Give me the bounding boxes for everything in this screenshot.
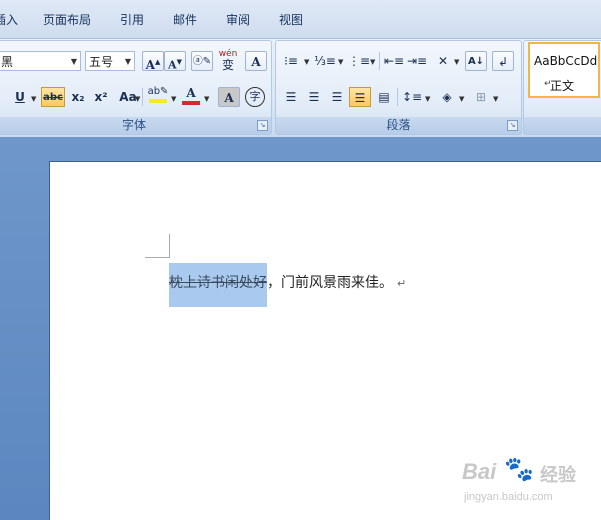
font-name-combo[interactable]: 黑 ▼ [0,51,81,71]
ribbon: 黑 ▼ 五号 ▼ A▲ A▼ ⓐ✎ wén 变 A U ▼ abc x₂ x² … [0,38,601,138]
phonetic-guide-icon[interactable]: wén 变 [217,49,239,72]
sort-icon[interactable]: A↓ [465,51,487,71]
toolbar-divider [142,88,143,106]
chinese-layout-icon[interactable]: ✕ [432,51,454,71]
font-size-value: 五号 [89,55,114,69]
borders-icon[interactable]: ⊞ [470,87,492,107]
strikethrough-icon[interactable]: abc [41,87,65,107]
chevron-down-icon[interactable]: ▼ [135,95,140,103]
paragraph-group: ⁝≡ ▼ ⅓≡ ▼ ⋮≡ ▼ ⇤≡ ⇥≡ ✕ ▼ A↓ ↲ ☰ ☰ ☰ ☰ ▤ … [275,40,522,135]
crop-mark-horizontal [145,257,169,258]
chevron-down-icon[interactable]: ▼ [338,58,343,66]
character-border-icon[interactable]: A [245,51,267,71]
numbering-icon[interactable]: ⅓≡ [314,51,336,71]
paragraph-dialog-launcher-icon[interactable]: ↘ [507,120,518,131]
chevron-down-icon[interactable]: ▼ [171,95,176,103]
chevron-down-icon[interactable]: ▼ [459,95,464,103]
chevron-down-icon[interactable]: ▼ [493,95,498,103]
font-size-combo[interactable]: 五号 ▼ [85,51,135,71]
crop-mark-vertical [169,234,170,258]
chevron-down-icon[interactable]: ▼ [125,52,131,72]
clear-format-icon[interactable]: ⓐ✎ [191,51,213,71]
chevron-down-icon[interactable]: ▼ [204,95,209,103]
watermark-url: jingyan.baidu.com [464,491,553,503]
paragraph-group-label: 段落 [276,117,521,134]
paragraph-text[interactable]: ，门前风景雨来佳。 [267,275,393,291]
decrease-indent-icon[interactable]: ⇤≡ [383,51,405,71]
ribbon-tab-bar: 插入 页面布局 引用 邮件 审阅 视图 [0,0,601,38]
font-name-value: 黑 [1,55,14,69]
styles-group-label [524,117,601,134]
tab-insert[interactable]: 插入 [0,11,18,28]
chevron-down-icon[interactable]: ▼ [71,52,77,72]
tab-page-layout[interactable]: 页面布局 [43,11,91,28]
chevron-down-icon[interactable]: ▼ [370,58,375,66]
phonetic-char: 变 [221,58,234,72]
subscript-icon[interactable]: x₂ [67,87,89,107]
toolbar-divider [379,52,380,70]
chevron-down-icon[interactable]: ▼ [304,58,309,66]
chevron-down-icon[interactable]: ▼ [454,58,459,66]
shading-icon[interactable]: ◈ [436,87,458,107]
baidu-jingyan-watermark: Bai 🐾 经验 jingyan.baidu.com [460,455,598,511]
align-right-icon[interactable]: ☰ [326,87,348,107]
underline-icon[interactable]: U [9,87,31,107]
shrink-font-icon[interactable]: A▼ [164,51,186,72]
distributed-icon[interactable]: ▤ [373,87,395,107]
tab-references[interactable]: 引用 [120,11,144,28]
center-icon[interactable]: ☰ [303,87,325,107]
multilevel-list-icon[interactable]: ⋮≡ [348,51,370,71]
tab-view[interactable]: 视图 [279,11,303,28]
tab-mailings[interactable]: 邮件 [173,11,197,28]
document-paragraph[interactable]: 枕上诗书闲处好，门前风景雨来佳。 ↵ [169,263,407,307]
paw-icon: 🐾 [504,455,534,483]
selected-strikethrough-text[interactable]: 枕上诗书闲处好 [169,263,267,307]
font-group-label: 字体 [0,117,271,134]
align-left-icon[interactable]: ☰ [280,87,302,107]
chevron-down-icon[interactable]: ▼ [31,95,36,103]
tab-review[interactable]: 审阅 [226,11,250,28]
font-group: 黑 ▼ 五号 ▼ A▲ A▼ ⓐ✎ wén 变 A U ▼ abc x₂ x² … [0,40,272,135]
style-name: 正文 [550,79,575,93]
font-color-icon[interactable]: A [180,85,202,105]
toolbar-divider [397,88,398,106]
watermark-jingyan-text: 经验 [540,465,576,486]
enclose-characters-icon[interactable]: 字 [245,87,265,107]
grow-font-icon[interactable]: A▲ [142,51,164,72]
chevron-down-icon[interactable]: ▼ [425,95,430,103]
show-marks-icon[interactable]: ↲ [492,51,514,71]
character-shading-icon[interactable]: A [218,87,240,107]
superscript-icon[interactable]: x² [90,87,112,107]
font-dialog-launcher-icon[interactable]: ↘ [257,120,268,131]
style-normal[interactable]: AaBbCcDd ↵ 正文 [528,42,600,98]
increase-indent-icon[interactable]: ⇥≡ [406,51,428,71]
style-sample-text: AaBbCcDd [534,54,598,68]
watermark-logo-text: Bai [462,459,497,484]
paragraph-mark-icon: ↵ [397,277,407,290]
justify-icon[interactable]: ☰ [349,87,371,107]
bullets-icon[interactable]: ⁝≡ [280,51,302,71]
line-spacing-icon[interactable]: ↕≡ [401,87,423,107]
text-highlight-icon[interactable]: ab✎ [147,85,169,105]
